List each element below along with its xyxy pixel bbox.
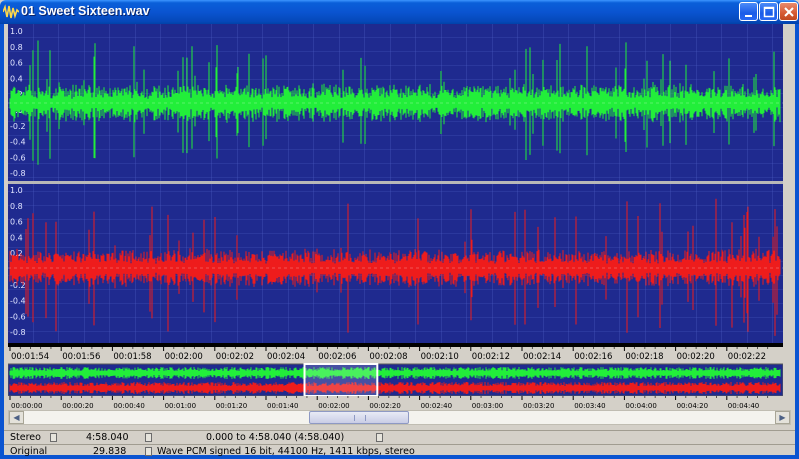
timeline-label: 00:04:40 bbox=[728, 402, 759, 410]
timeline-label: 00:01:56 bbox=[62, 352, 100, 362]
amplitude-label: 0.4 bbox=[10, 74, 23, 83]
minimize-button[interactable] bbox=[739, 2, 758, 21]
timeline-label: 00:02:18 bbox=[625, 352, 663, 362]
scroll-right-arrow-icon[interactable]: ▶ bbox=[775, 411, 790, 424]
waveform-app-icon bbox=[3, 4, 19, 19]
amplitude-label: 0.8 bbox=[10, 43, 23, 52]
status-separator-icon bbox=[145, 447, 152, 456]
timeline-label: 00:02:40 bbox=[421, 402, 452, 410]
timeline-label: 00:02:06 bbox=[318, 352, 356, 362]
timeline-label: 00:01:00 bbox=[165, 402, 196, 410]
amplitude-label: -0.8 bbox=[10, 328, 26, 337]
timeline-label: 00:02:22 bbox=[728, 352, 766, 362]
amplitude-label: 0.6 bbox=[10, 59, 23, 68]
status-mode: Original bbox=[10, 446, 48, 457]
close-button[interactable] bbox=[779, 2, 798, 21]
timeline-label: 00:02:04 bbox=[267, 352, 305, 362]
timeline-label: 00:02:12 bbox=[472, 352, 510, 362]
timeline-label: 00:03:40 bbox=[574, 402, 605, 410]
amplitude-label: -0.6 bbox=[10, 153, 26, 162]
timeline-label: 00:03:20 bbox=[523, 402, 554, 410]
status-size: 29.838 bbox=[93, 446, 127, 457]
overview-selection-window[interactable] bbox=[303, 363, 379, 397]
timeline-label: 00:02:00 bbox=[318, 402, 349, 410]
status-separator-icon bbox=[145, 433, 152, 442]
timeline-label: 00:02:20 bbox=[677, 352, 715, 362]
amplitude-label: 1.0 bbox=[10, 186, 23, 195]
timeline-label: 00:01:58 bbox=[113, 352, 151, 362]
title-bar: 01 Sweet Sixteen.wav bbox=[0, 0, 799, 24]
channel-divider bbox=[8, 181, 783, 184]
amplitude-label: -0.4 bbox=[10, 138, 26, 147]
amplitude-label: -0.6 bbox=[10, 312, 26, 321]
amplitude-label: 1.0 bbox=[10, 27, 23, 36]
timeline-label: 00:02:10 bbox=[421, 352, 459, 362]
window-title: 01 Sweet Sixteen.wav bbox=[21, 4, 150, 18]
amplitude-label: 0.6 bbox=[10, 218, 23, 227]
amplitude-label: 0.4 bbox=[10, 233, 23, 242]
status-separator-icon bbox=[376, 433, 383, 442]
maximize-button[interactable] bbox=[759, 2, 778, 21]
scroll-thumb[interactable] bbox=[309, 411, 409, 424]
timeline-label: 00:01:40 bbox=[267, 402, 298, 410]
timeline-label: 00:02:20 bbox=[369, 402, 400, 410]
timeline-label: 00:01:20 bbox=[216, 402, 247, 410]
status-bar-row-2: Original 29.838 Wave PCM signed 16 bit, … bbox=[4, 444, 795, 458]
amplitude-label: -0.4 bbox=[10, 297, 26, 306]
status-length: 4:58.040 bbox=[86, 432, 129, 443]
horizontal-scrollbar[interactable]: ◀ ▶ bbox=[8, 410, 791, 425]
timeline-label: 00:00:00 bbox=[11, 402, 42, 410]
amplitude-label: -0.2 bbox=[10, 122, 26, 131]
scroll-left-arrow-icon[interactable]: ◀ bbox=[9, 411, 24, 424]
timeline-label: 00:04:00 bbox=[625, 402, 656, 410]
timeline-label: 00:02:14 bbox=[523, 352, 561, 362]
status-bar-row-1: Stereo 4:58.040 0.000 to 4:58.040 (4:58.… bbox=[4, 430, 795, 444]
timeline-label: 00:02:02 bbox=[216, 352, 254, 362]
close-icon bbox=[784, 7, 794, 17]
status-format: Wave PCM signed 16 bit, 44100 Hz, 1411 k… bbox=[157, 446, 415, 457]
timeline-label: 00:02:08 bbox=[369, 352, 407, 362]
maximize-icon bbox=[763, 6, 775, 18]
status-channels: Stereo bbox=[10, 432, 41, 443]
timeline-label: 00:02:00 bbox=[165, 352, 203, 362]
minimize-icon bbox=[745, 15, 752, 17]
waveform-editor[interactable]: 1.00.80.60.40.20.0-0.2-0.4-0.6-0.8 1.00.… bbox=[8, 24, 783, 410]
timeline-label: 00:03:00 bbox=[472, 402, 503, 410]
timeline-label: 00:00:20 bbox=[62, 402, 93, 410]
status-selection: 0.000 to 4:58.040 (4:58.040) bbox=[206, 432, 345, 443]
timeline-label: 00:00:40 bbox=[113, 402, 144, 410]
status-separator-icon bbox=[50, 433, 57, 442]
timeline-label: 00:04:20 bbox=[677, 402, 708, 410]
timeline-label: 00:02:16 bbox=[574, 352, 612, 362]
timeline-label: 00:01:54 bbox=[11, 352, 49, 362]
timeline-top-rule bbox=[8, 343, 783, 347]
amplitude-label: 0.8 bbox=[10, 202, 23, 211]
amplitude-label: -0.8 bbox=[10, 169, 26, 178]
